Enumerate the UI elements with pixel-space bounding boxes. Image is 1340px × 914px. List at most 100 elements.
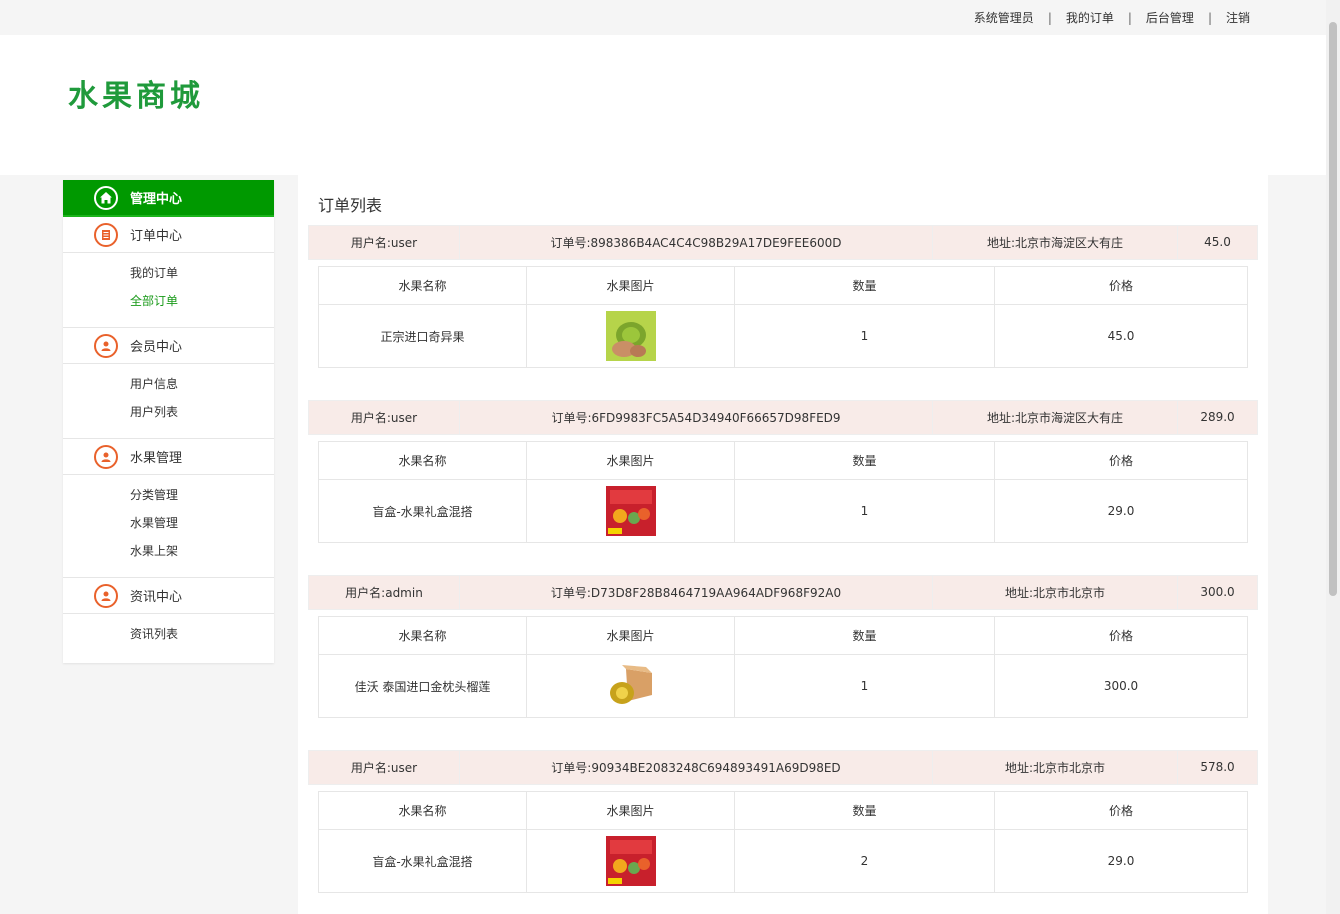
sidebar-link-category[interactable]: 分类管理 — [63, 481, 274, 509]
order-card: 用户名:user 订单号:898386B4AC4C4C98B29A17DE9FE… — [308, 225, 1258, 368]
col-price: 价格 — [994, 616, 1248, 655]
sidebar-link-all-orders[interactable]: 全部订单 — [63, 287, 274, 315]
nav-separator: | — [1047, 10, 1052, 25]
order-sub-menu: 我的订单 全部订单 — [63, 253, 274, 327]
sidebar-item-management[interactable]: 管理中心 — [63, 180, 274, 217]
member-sub-menu: 用户信息 用户列表 — [63, 364, 274, 438]
fruit-price: 300.0 — [994, 654, 1248, 718]
order-total: 45.0 — [1204, 235, 1231, 249]
user-icon — [94, 444, 118, 469]
fruit-qty: 1 — [734, 479, 995, 543]
table-header-row: 水果名称 水果图片 数量 价格 — [318, 266, 1248, 305]
main-content: 订单列表 用户名:user 订单号:898386B4AC4C4C98B29A17… — [298, 175, 1268, 914]
fruit-qty: 1 — [734, 654, 995, 718]
order-card: 用户名:user 订单号:90934BE2083248C694893491A69… — [308, 750, 1258, 893]
order-items-table: 水果名称 水果图片 数量 价格 盲盒-水果礼盒混搭 1 29.0 — [318, 441, 1248, 543]
sidebar-item-news-center[interactable]: 资讯中心 — [63, 578, 274, 614]
sidebar-link-fruit-list[interactable]: 水果上架 — [63, 537, 274, 565]
table-row: 正宗进口奇异果 1 45.0 — [318, 304, 1248, 368]
order-username: 用户名:user — [309, 751, 460, 784]
col-image: 水果图片 — [526, 441, 735, 480]
fruit-price: 29.0 — [994, 829, 1248, 893]
order-card: 用户名:user 订单号:6FD9983FC5A54D34940F66657D9… — [308, 400, 1258, 543]
col-qty: 数量 — [734, 616, 995, 655]
order-address: 地址:北京市北京市 — [933, 576, 1178, 609]
kiwi-image[interactable] — [605, 311, 656, 361]
col-name: 水果名称 — [318, 441, 527, 480]
table-row: 佳沃 泰国进口金枕头榴莲 1 300.0 — [318, 654, 1248, 718]
fruit-name: 盲盒-水果礼盒混搭 — [318, 829, 527, 893]
col-name: 水果名称 — [318, 616, 527, 655]
order-number: 订单号:90934BE2083248C694893491A69D98ED — [460, 751, 933, 784]
order-items-table: 水果名称 水果图片 数量 价格 盲盒-水果礼盒混搭 2 29.0 — [318, 791, 1248, 893]
nav-separator: | — [1127, 10, 1132, 25]
sidebar-item-label: 会员中心 — [130, 340, 183, 355]
order-number: 订单号:D73D8F28B8464719AA964ADF968F92A0 — [460, 576, 933, 609]
fruit-price: 29.0 — [994, 479, 1248, 543]
order-card: 用户名:admin 订单号:D73D8F28B8464719AA964ADF96… — [308, 575, 1258, 718]
table-row: 盲盒-水果礼盒混搭 2 29.0 — [318, 829, 1248, 893]
sidebar-item-member-center[interactable]: 会员中心 — [63, 328, 274, 364]
table-row: 盲盒-水果礼盒混搭 1 29.0 — [318, 479, 1248, 543]
gift-box-image[interactable] — [605, 836, 656, 886]
col-price: 价格 — [994, 441, 1248, 480]
sidebar-link-news-list[interactable]: 资讯列表 — [63, 620, 274, 648]
col-image: 水果图片 — [526, 791, 735, 830]
logout-link[interactable]: 注销 — [1226, 9, 1250, 26]
gift-box-image[interactable] — [605, 486, 656, 536]
fruit-sub-menu: 分类管理 水果管理 水果上架 — [63, 475, 274, 577]
site-logo[interactable]: 水果商城 — [68, 71, 204, 115]
table-header-row: 水果名称 水果图片 数量 价格 — [318, 441, 1248, 480]
document-icon — [94, 222, 118, 247]
order-header: 用户名:user 订单号:6FD9983FC5A54D34940F66657D9… — [308, 400, 1258, 435]
sidebar-item-label: 订单中心 — [130, 229, 183, 244]
col-qty: 数量 — [734, 791, 995, 830]
fruit-name: 佳沃 泰国进口金枕头榴莲 — [318, 654, 527, 718]
sidebar-link-fruit-manage[interactable]: 水果管理 — [63, 509, 274, 537]
order-header: 用户名:admin 订单号:D73D8F28B8464719AA964ADF96… — [308, 575, 1258, 610]
order-total: 300.0 — [1200, 585, 1235, 599]
order-total: 289.0 — [1200, 410, 1235, 424]
order-address: 地址:北京市海淀区大有庄 — [933, 226, 1178, 259]
fruit-price: 45.0 — [994, 304, 1248, 368]
table-header-row: 水果名称 水果图片 数量 价格 — [318, 791, 1248, 830]
col-price: 价格 — [994, 266, 1248, 305]
site-header: 水果商城 — [0, 35, 1326, 175]
col-name: 水果名称 — [318, 791, 527, 830]
top-nav: 系统管理员 | 我的订单 | 后台管理 | 注销 — [974, 9, 1250, 26]
top-bar: 系统管理员 | 我的订单 | 后台管理 | 注销 — [0, 0, 1326, 35]
sidebar-item-label: 管理中心 — [130, 192, 183, 207]
page-title: 订单列表 — [318, 196, 383, 215]
order-username: 用户名:user — [309, 226, 460, 259]
fruit-image-cell — [526, 654, 735, 718]
col-qty: 数量 — [734, 441, 995, 480]
sidebar-item-label: 资讯中心 — [130, 590, 183, 605]
order-header: 用户名:user 订单号:898386B4AC4C4C98B29A17DE9FE… — [308, 225, 1258, 260]
home-icon — [94, 185, 118, 210]
news-sub-menu: 资讯列表 — [63, 614, 274, 660]
sidebar: 管理中心 订单中心 我的订单 全部订单 会员中心 用户信息 用户列表 水果管理 … — [63, 180, 274, 663]
sidebar-item-fruit-management[interactable]: 水果管理 — [63, 439, 274, 475]
order-number: 订单号:6FD9983FC5A54D34940F66657D98FED9 — [460, 401, 933, 434]
user-icon — [94, 333, 118, 358]
my-orders-link[interactable]: 我的订单 — [1066, 9, 1114, 26]
sidebar-link-my-orders[interactable]: 我的订单 — [63, 259, 274, 287]
sidebar-link-user-list[interactable]: 用户列表 — [63, 398, 274, 426]
scrollbar-thumb[interactable] — [1329, 22, 1337, 596]
durian-image[interactable] — [605, 661, 656, 711]
backend-link[interactable]: 后台管理 — [1146, 9, 1194, 26]
fruit-qty: 1 — [734, 304, 995, 368]
order-number: 订单号:898386B4AC4C4C98B29A17DE9FEE600D — [460, 226, 933, 259]
user-icon — [94, 583, 118, 608]
order-total: 578.0 — [1200, 760, 1235, 774]
page-scrollbar[interactable] — [1326, 0, 1340, 914]
order-header: 用户名:user 订单号:90934BE2083248C694893491A69… — [308, 750, 1258, 785]
admin-link[interactable]: 系统管理员 — [974, 9, 1034, 26]
col-name: 水果名称 — [318, 266, 527, 305]
sidebar-link-user-info[interactable]: 用户信息 — [63, 370, 274, 398]
fruit-image-cell — [526, 829, 735, 893]
fruit-name: 盲盒-水果礼盒混搭 — [318, 479, 527, 543]
order-address: 地址:北京市北京市 — [933, 751, 1178, 784]
order-items-table: 水果名称 水果图片 数量 价格 佳沃 泰国进口金枕头榴莲 1 300.0 — [318, 616, 1248, 718]
sidebar-item-order-center[interactable]: 订单中心 — [63, 217, 274, 253]
